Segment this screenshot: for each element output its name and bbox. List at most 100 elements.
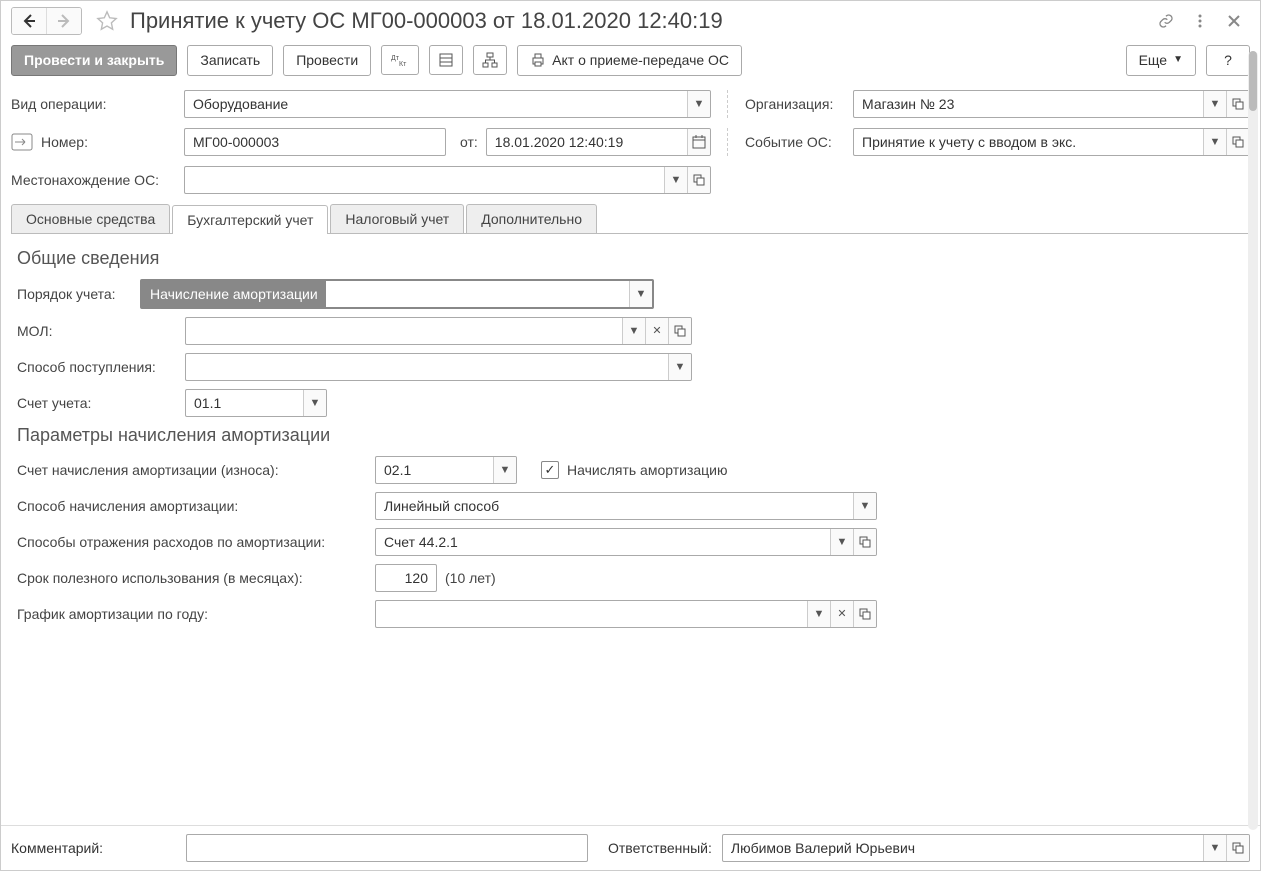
sched-value [376,601,807,627]
mode-icon[interactable] [11,133,33,151]
receipt-select[interactable]: ▼ [185,353,692,381]
location-label: Местонахождение ОС: [11,172,176,188]
dropdown-arrow[interactable]: ▼ [668,354,691,380]
location-value [185,167,664,193]
order-select[interactable]: Начисление амортизации ▼ [140,279,654,309]
more-button[interactable]: Еще ▼ [1126,45,1196,76]
close-button[interactable] [1224,11,1244,31]
comment-input[interactable] [186,834,588,862]
post-button[interactable]: Провести [283,45,371,76]
registers-button[interactable] [429,45,463,75]
post-and-close-button[interactable]: Провести и закрыть [11,45,177,76]
op-type-value: Оборудование [185,91,687,117]
do-amort-checkbox[interactable] [541,461,559,479]
open-icon [1232,842,1244,854]
list-icon [438,52,454,68]
tab-accounting[interactable]: Бухгалтерский учет [172,205,328,234]
dropdown-arrow[interactable]: ▼ [303,390,326,416]
method-value: Линейный способ [376,493,853,519]
open-button[interactable] [1226,129,1249,155]
title-bar: Принятие к учету ОС МГ00-000003 от 18.01… [1,1,1260,39]
nav-buttons [11,7,82,35]
clear-button[interactable]: ✕ [830,601,853,627]
act-label: Акт о приеме-передаче ОС [552,52,729,69]
life-label: Срок полезного использования (в месяцах)… [17,570,367,586]
form-body: Вид операции: Оборудование ▼ Организация… [1,82,1260,825]
open-icon [859,536,871,548]
tab-additional[interactable]: Дополнительно [466,204,597,233]
amort-acc-select[interactable]: 02.1 ▼ [375,456,517,484]
dropdown-arrow[interactable]: ▼ [807,601,830,627]
receipt-label: Способ поступления: [17,359,177,375]
life-hint: (10 лет) [445,570,496,586]
dropdown-arrow[interactable]: ▼ [687,91,710,117]
dropdown-arrow[interactable]: ▼ [830,529,853,555]
row-number-event: Номер: МГ00-000003 от: 18.01.2020 12:40:… [11,128,1250,156]
open-button[interactable] [668,318,691,344]
dropdown-arrow[interactable]: ▼ [853,493,876,519]
close-icon [1226,13,1242,29]
back-button[interactable] [12,8,47,34]
scrollbar-thumb[interactable] [1249,51,1257,111]
receipt-value [186,354,668,380]
dropdown-arrow[interactable]: ▼ [629,281,652,307]
mol-select[interactable]: ▼ ✕ [185,317,692,345]
window: Принятие к учету ОС МГ00-000003 от 18.01… [0,0,1261,871]
org-select[interactable]: Магазин № 23 ▼ [853,90,1250,118]
clear-button[interactable]: ✕ [645,318,668,344]
chevron-down-icon: ▼ [1173,54,1183,66]
location-select[interactable]: ▼ [184,166,711,194]
number-input[interactable]: МГ00-000003 [184,128,446,156]
kebab-icon [1192,13,1208,29]
life-input[interactable]: 120 [375,564,437,592]
calendar-button[interactable] [687,129,710,155]
dropdown-arrow[interactable]: ▼ [1203,835,1226,861]
life-value: 120 [376,565,436,591]
sched-select[interactable]: ▼ ✕ [375,600,877,628]
op-type-label: Вид операции: [11,96,176,112]
open-icon [674,325,686,337]
open-button[interactable] [853,601,876,627]
expense-select[interactable]: Счет 44.2.1 ▼ [375,528,877,556]
page-title: Принятие к учету ОС МГ00-000003 от 18.01… [130,8,1148,34]
dt-kt-button[interactable]: Дт Кт [381,45,419,75]
menu-button[interactable] [1190,11,1210,31]
tab-os[interactable]: Основные средства [11,204,170,233]
dt-kt-icon: Дт Кт [390,52,410,68]
open-button[interactable] [1226,835,1249,861]
account-select[interactable]: 01.1 ▼ [185,389,327,417]
open-icon [859,608,871,620]
dropdown-arrow[interactable]: ▼ [664,167,687,193]
footer: Комментарий: Ответственный: Любимов Вале… [1,825,1260,870]
link-button[interactable] [1156,11,1176,31]
comment-value [187,835,587,861]
write-button[interactable]: Записать [187,45,273,76]
responsible-select[interactable]: Любимов Валерий Юрьевич ▼ [722,834,1250,862]
dropdown-arrow[interactable]: ▼ [1203,129,1226,155]
forward-button[interactable] [47,8,81,34]
link-icon [1158,13,1174,29]
date-input[interactable]: 18.01.2020 12:40:19 [486,128,711,156]
mol-label: МОЛ: [17,323,177,339]
order-value: Начисление амортизации [142,281,326,307]
open-button[interactable] [853,529,876,555]
event-value: Принятие к учету с вводом в экс. [854,129,1203,155]
method-select[interactable]: Линейный способ ▼ [375,492,877,520]
do-amort-label: Начислять амортизацию [567,462,728,478]
dropdown-arrow[interactable]: ▼ [622,318,645,344]
star-icon[interactable] [96,10,118,32]
expense-value: Счет 44.2.1 [376,529,830,555]
act-button[interactable]: Акт о приеме-передаче ОС [517,45,742,76]
tab-tax[interactable]: Налоговый учет [330,204,464,233]
dropdown-arrow[interactable]: ▼ [493,457,516,483]
op-type-select[interactable]: Оборудование ▼ [184,90,711,118]
structure-button[interactable] [473,45,507,75]
event-select[interactable]: Принятие к учету с вводом в экс. ▼ [853,128,1250,156]
open-button[interactable] [1226,91,1249,117]
open-button[interactable] [687,167,710,193]
title-actions [1156,11,1244,31]
help-button[interactable]: ? [1206,45,1250,76]
toolbar: Провести и закрыть Записать Провести Дт … [1,39,1260,82]
dropdown-arrow[interactable]: ▼ [1203,91,1226,117]
vertical-scrollbar[interactable] [1248,51,1258,830]
